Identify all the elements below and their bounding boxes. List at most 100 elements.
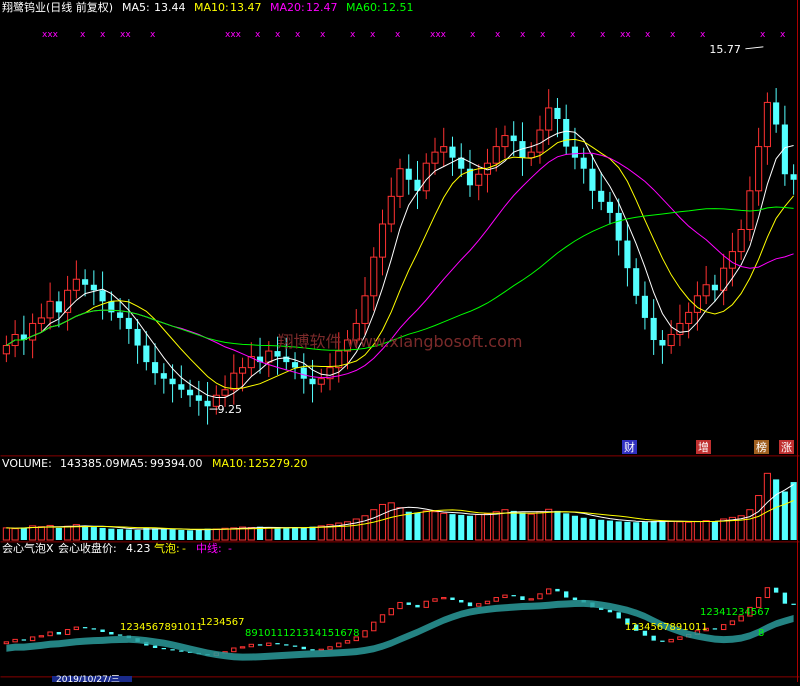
ma20-value: 12.47 (306, 1, 338, 14)
ma5-value: 13.44 (154, 1, 186, 14)
volume-bar (781, 491, 788, 540)
candle-body (650, 317, 657, 341)
top-mark: x (600, 30, 606, 40)
candle-body (440, 146, 448, 153)
volume-bar (422, 510, 430, 541)
candle-body (143, 345, 150, 363)
indicator-candle (564, 591, 569, 598)
footer-date: 2019/10/27/三 (56, 675, 120, 682)
volume-bar (361, 515, 369, 541)
candle-body (685, 311, 693, 324)
candle-body (90, 284, 97, 291)
candle-body (187, 389, 194, 396)
volume-bar (90, 527, 97, 540)
candle-body (563, 118, 570, 147)
candle-body (117, 312, 124, 318)
volume-bar (693, 520, 701, 541)
candle-body (169, 378, 176, 385)
candle-body (501, 135, 509, 148)
candle-body (676, 322, 684, 335)
top-mark: x (700, 30, 706, 40)
volume-bar (143, 527, 150, 540)
ma10-label: MA10: (194, 1, 229, 14)
candle-body (781, 124, 788, 175)
volume-bar (204, 528, 211, 540)
indicator-candle (450, 597, 455, 600)
volume-ma5-value: 99394.00 (150, 457, 203, 470)
candle-body (195, 395, 202, 401)
volume-bar (160, 529, 167, 540)
candle-body (361, 295, 369, 324)
volume-bar (545, 508, 553, 541)
indicator-candle (467, 602, 473, 607)
volume-bar (265, 527, 273, 541)
candle-body (125, 317, 132, 329)
indicator-candle (677, 636, 683, 640)
candle-body (431, 151, 439, 164)
volume-ma5-label: MA5: (120, 457, 148, 470)
indicator-candle (29, 636, 36, 642)
top-mark: x (670, 30, 676, 40)
candle-body (99, 290, 106, 302)
volume-bar (650, 521, 657, 540)
indicator-candle (476, 603, 482, 607)
stock-chart[interactable]: 翔鹭钨业(日线 前复权) MA5: 13.44 MA10: 13.47 MA20: 12.4… (0, 0, 800, 685)
volume-bar (20, 527, 27, 540)
indicator-candle (91, 628, 97, 630)
candle-body (659, 340, 666, 346)
volume-bar (178, 529, 185, 540)
volume-bar (134, 529, 141, 540)
candle-body (554, 107, 561, 119)
volume-bar (763, 472, 771, 541)
indicator-candle (109, 632, 114, 635)
candle-body (615, 212, 622, 241)
volume-bar (11, 528, 19, 541)
volume-bar (64, 525, 72, 541)
indicator-candle (755, 597, 762, 608)
indicator-candle (546, 588, 552, 595)
candle-body (606, 201, 613, 213)
candle-body (152, 362, 159, 374)
ma10-value: 13.47 (230, 1, 262, 14)
volume-label: VOLUME: (2, 457, 52, 470)
indicator-midline-value: - (228, 542, 232, 555)
volume-bar (571, 515, 579, 540)
top-mark: x (350, 30, 356, 40)
volume-bar (440, 512, 448, 541)
volume-bar (633, 522, 640, 540)
volume-ma10-value: 125279.20 (248, 457, 308, 470)
indicator-candle (432, 598, 438, 602)
count-label: 891011121314151678 (245, 628, 360, 639)
indicator-candle (616, 612, 621, 619)
volume-bar (396, 507, 404, 541)
top-mark: xx (620, 30, 631, 40)
volume-bar (466, 515, 474, 540)
indicator-candle (239, 646, 246, 649)
indicator-candle (371, 621, 377, 632)
indicator-candle (292, 645, 298, 647)
volume-bar (230, 527, 238, 541)
indicator-candle (47, 631, 53, 637)
volume-bar (247, 526, 255, 541)
candle-body (221, 389, 229, 396)
candle-body (317, 378, 325, 385)
indicator-candle (668, 638, 674, 643)
volume-bar (221, 527, 229, 541)
candle-body (160, 373, 167, 379)
volume-bar (82, 525, 89, 540)
indicator-candle (336, 642, 342, 648)
indicator-candle (327, 646, 333, 650)
candle-body (773, 102, 780, 125)
volume-bar (554, 510, 561, 540)
volume-bar (606, 520, 613, 540)
volume-bar (370, 509, 378, 541)
panel-divider (0, 541, 800, 543)
candle-body (300, 367, 307, 379)
volume-bar (659, 520, 666, 540)
top-mark: x (370, 30, 376, 40)
indicator-candle (459, 600, 464, 603)
candle-body (238, 367, 247, 374)
volume-bar (152, 528, 159, 540)
indicator-candle (266, 642, 272, 647)
event-marker-text: 财 (624, 440, 635, 454)
